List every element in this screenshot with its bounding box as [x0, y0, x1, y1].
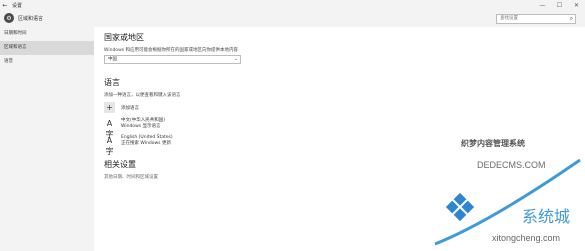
language-detail: Windows 显示语言: [121, 124, 161, 129]
minimize-button[interactable]: —: [534, 0, 551, 11]
language-description: 添加一种语言，以便查看和键入该语言: [104, 93, 181, 98]
watermark-sub-url: xitongcheng.com: [492, 233, 561, 243]
page-header: ⚙ 区域和语言: [4, 13, 43, 23]
add-language-button[interactable]: + 添加语言: [104, 102, 544, 113]
search-input[interactable]: 查找设置 ⌕: [496, 14, 576, 24]
search-placeholder: 查找设置: [500, 16, 518, 21]
language-detail: 正在搜索 Windows 更新: [121, 141, 171, 146]
maximize-button[interactable]: ☐: [551, 0, 568, 11]
title-bar: ← 设置 — ☐ ✕: [0, 0, 585, 11]
watermark-brand: 系统城: [522, 209, 571, 226]
watermark-site-text: 织梦内容管理系统: [461, 139, 525, 148]
sidebar-item-region-language[interactable]: 区域和语言: [0, 41, 94, 55]
language-item[interactable]: A字 中文(中华人民共和国) Windows 显示语言: [104, 118, 544, 139]
home-gear-icon[interactable]: ⚙: [4, 13, 14, 23]
window-controls: — ☐ ✕: [534, 0, 585, 11]
chevron-down-icon: ⌄: [233, 56, 238, 62]
language-icon: A字: [105, 136, 114, 156]
back-arrow-icon[interactable]: ←: [0, 2, 10, 9]
watermark-site-url: DEDECMS.COM: [477, 160, 546, 170]
language-heading: 语言: [104, 78, 120, 87]
sidebar: 日期和时间 区域和语言 语音: [0, 27, 94, 251]
plus-icon: +: [104, 102, 115, 113]
country-select[interactable]: 中国 ⌄: [104, 55, 241, 64]
add-language-label: 添加语言: [121, 105, 139, 111]
region-description: Windows 和应用可能会根据你所在的国家或地区向你提供本地内容: [104, 48, 239, 53]
page-title: 区域和语言: [18, 15, 44, 22]
close-button[interactable]: ✕: [568, 0, 585, 11]
country-value: 中国: [108, 57, 117, 62]
language-icon: A字: [105, 119, 114, 139]
region-heading: 国家或地区: [104, 33, 144, 42]
sidebar-item-speech[interactable]: 语音: [0, 55, 94, 69]
settings-header: ⚙ 区域和语言 查找设置 ⌕: [0, 11, 585, 27]
sidebar-item-datetime[interactable]: 日期和时间: [0, 27, 94, 41]
window-title: 设置: [12, 3, 23, 9]
search-icon[interactable]: ⌕: [570, 15, 573, 23]
